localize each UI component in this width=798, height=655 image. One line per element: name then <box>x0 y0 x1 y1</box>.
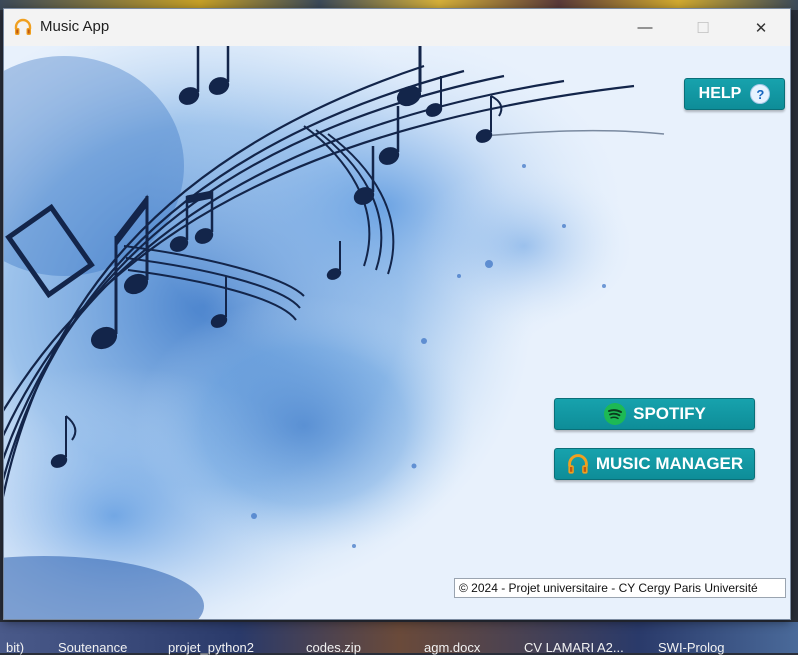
minimize-icon: — <box>637 19 653 36</box>
close-button[interactable]: ✕ <box>732 9 790 46</box>
help-button[interactable]: HELP ? <box>684 78 785 110</box>
copyright-text: © 2024 - Projet universitaire - CY Cergy… <box>459 581 758 595</box>
maximize-icon: ☐ <box>696 19 710 37</box>
window-title: Music App <box>40 18 110 35</box>
title-bar[interactable]: Music App — ☐ ✕ <box>4 9 790 46</box>
close-icon: ✕ <box>754 19 768 37</box>
main-content: HELP ? SPOTIFY MUSIC MANAGER © 2024 - Pr… <box>4 46 790 619</box>
spotify-button-label: SPOTIFY <box>633 404 706 423</box>
headphones-icon <box>14 18 32 35</box>
music-manager-button[interactable]: MUSIC MANAGER <box>554 448 755 480</box>
spotify-button[interactable]: SPOTIFY <box>554 398 755 430</box>
question-circle-icon: ? <box>750 84 771 104</box>
headphones-icon <box>567 454 588 474</box>
app-window: Music App — ☐ ✕ HELP ? SPOTIFY MUSIC MAN… <box>3 8 791 620</box>
music-notes-watercolor-background <box>4 46 665 619</box>
help-button-label: HELP <box>698 85 742 102</box>
music-manager-button-label: MUSIC MANAGER <box>595 454 744 473</box>
maximize-button[interactable]: ☐ <box>674 9 732 46</box>
minimize-button[interactable]: — <box>616 9 674 46</box>
spotify-icon <box>604 403 627 425</box>
copyright-label: © 2024 - Projet universitaire - CY Cergy… <box>454 578 786 598</box>
